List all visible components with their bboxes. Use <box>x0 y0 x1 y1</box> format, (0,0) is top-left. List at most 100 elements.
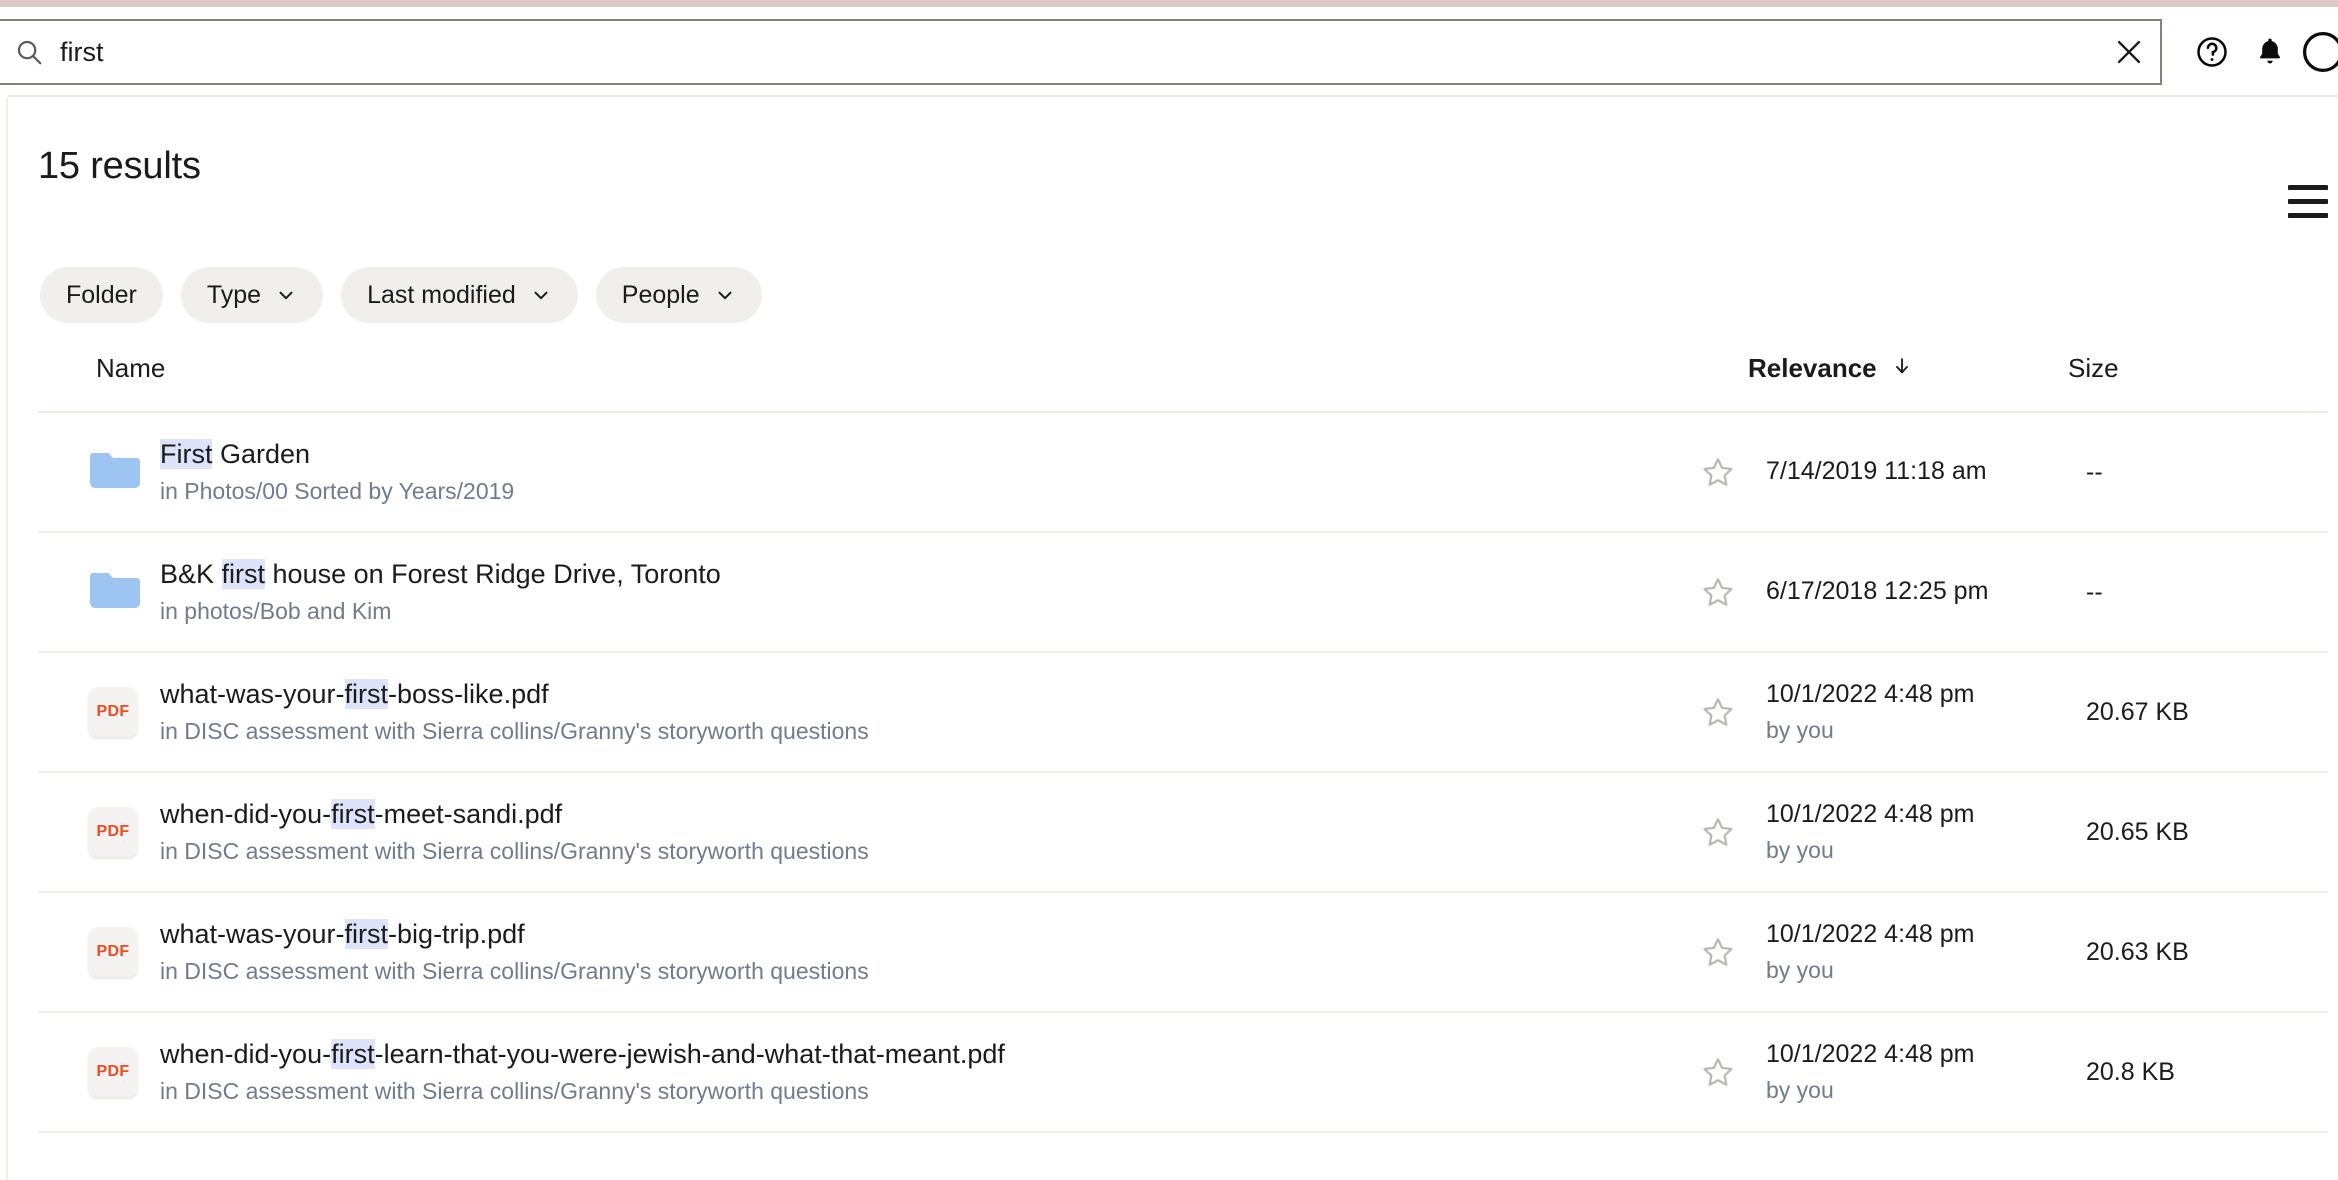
star-outline-icon[interactable] <box>1688 695 1748 729</box>
file-path: in DISC assessment with Sierra collins/G… <box>160 958 869 985</box>
avatar[interactable] <box>2300 26 2338 78</box>
name-pre: when-did-you- <box>160 1039 332 1069</box>
row-relevance-cell: 10/1/2022 4:48 pm by you <box>1748 680 2068 744</box>
name-post: Garden <box>212 439 311 469</box>
row-date: 6/17/2018 12:25 pm <box>1766 577 1989 606</box>
name-block: what-was-your-first-big-trip.pdf in DISC… <box>160 919 869 985</box>
file-path: in Photos/00 Sorted by Years/2019 <box>160 478 515 505</box>
topbar-actions <box>2164 19 2338 85</box>
row-date: 10/1/2022 4:48 pm <box>1766 1040 1975 1069</box>
left-rail <box>6 97 8 1180</box>
name-pre: what-was-your- <box>160 919 345 949</box>
table-row[interactable]: PDF what-was-your-first-big-trip.pdf in … <box>38 893 2328 1013</box>
hamburger-stack <box>2288 184 2328 218</box>
file-name: First Garden <box>160 439 310 469</box>
name-post: -boss-like.pdf <box>388 679 549 709</box>
hamburger-bar-1 <box>2288 184 2328 190</box>
column-header-name[interactable]: Name <box>96 353 165 383</box>
filter-pill-type[interactable]: Type <box>180 267 324 323</box>
pdf-icon-label: PDF <box>88 1046 138 1097</box>
filter-pill-label: Folder <box>66 280 137 309</box>
row-date: 10/1/2022 4:48 pm <box>1766 680 1975 709</box>
name-highlight: first <box>344 679 389 709</box>
star-outline-icon[interactable] <box>1688 575 1748 609</box>
table-row[interactable]: First Garden in Photos/00 Sorted by Year… <box>38 413 2328 533</box>
star-outline-icon[interactable] <box>1688 815 1748 849</box>
row-name-cell: PDF what-was-your-first-big-trip.pdf in … <box>38 919 1688 985</box>
row-relevance-cell: 7/14/2019 11:18 am <box>1748 457 2068 487</box>
file-name: what-was-your-first-big-trip.pdf <box>160 919 525 949</box>
pdf-icon: PDF <box>38 926 160 977</box>
row-name-cell: PDF when-did-you-first-meet-sandi.pdf in… <box>38 799 1688 865</box>
row-modified-by: by you <box>1766 956 1834 983</box>
chevron-down-icon <box>714 284 736 306</box>
chevron-down-icon <box>530 284 552 306</box>
row-relevance-cell: 10/1/2022 4:48 pm by you <box>1748 800 2068 864</box>
pdf-icon: PDF <box>38 686 160 737</box>
column-header-relevance[interactable]: Relevance <box>1748 353 2068 384</box>
table-row[interactable]: B&K first house on Forest Ridge Drive, T… <box>38 533 2328 653</box>
name-post: house on Forest Ridge Drive, Toronto <box>265 559 721 589</box>
table-row[interactable]: PDF when-did-you-first-meet-sandi.pdf in… <box>38 773 2328 893</box>
help-icon[interactable] <box>2186 26 2238 78</box>
row-size: 20.63 KB <box>2086 937 2189 966</box>
table-row[interactable]: PDF what-was-your-first-boss-like.pdf in… <box>38 653 2328 773</box>
file-path: in DISC assessment with Sierra collins/G… <box>160 718 869 745</box>
file-name: what-was-your-first-boss-like.pdf <box>160 679 549 709</box>
bell-icon[interactable] <box>2244 26 2296 78</box>
file-path: in DISC assessment with Sierra collins/G… <box>160 838 869 865</box>
row-relevance-cell: 6/17/2018 12:25 pm <box>1748 577 2068 607</box>
folder-icon <box>38 570 160 614</box>
pdf-icon-label: PDF <box>88 926 138 977</box>
column-header-size[interactable]: Size <box>2068 353 2119 383</box>
file-name: when-did-you-first-learn-that-you-were-j… <box>160 1039 1005 1069</box>
row-size: 20.67 KB <box>2086 697 2189 726</box>
search-icon <box>8 31 50 73</box>
close-icon[interactable] <box>2098 21 2160 83</box>
star-outline-icon[interactable] <box>1688 455 1748 489</box>
table-header-row: Name Relevance Size <box>38 347 2328 413</box>
column-header-size-wrap: Size <box>2068 353 2328 384</box>
filter-pill-folder[interactable]: Folder <box>40 267 163 323</box>
row-date: 10/1/2022 4:48 pm <box>1766 920 1975 949</box>
star-outline-icon[interactable] <box>1688 1055 1748 1089</box>
row-name-cell: PDF when-did-you-first-learn-that-you-we… <box>38 1039 1688 1105</box>
name-post: -big-trip.pdf <box>388 919 525 949</box>
row-name-cell: B&K first house on Forest Ridge Drive, T… <box>38 559 1688 625</box>
file-name: B&K first house on Forest Ridge Drive, T… <box>160 559 721 589</box>
file-path: in photos/Bob and Kim <box>160 598 392 625</box>
pdf-icon-label: PDF <box>88 686 138 737</box>
row-modified-by: by you <box>1766 716 1834 743</box>
file-path: in DISC assessment with Sierra collins/G… <box>160 1078 869 1105</box>
star-outline-icon[interactable] <box>1688 935 1748 969</box>
page-title: 15 results <box>38 145 201 187</box>
name-post: -learn-that-you-were-jewish-and-what-tha… <box>374 1039 1005 1069</box>
results-table: Name Relevance Size First Garden in Phot… <box>38 347 2328 1133</box>
folder-icon <box>38 450 160 494</box>
name-block: B&K first house on Forest Ridge Drive, T… <box>160 559 721 625</box>
name-highlight: First <box>160 439 213 469</box>
row-date: 10/1/2022 4:48 pm <box>1766 800 1975 829</box>
filter-pill-last-modified[interactable]: Last modified <box>341 267 578 323</box>
name-highlight: first <box>331 799 375 829</box>
row-relevance-cell: 10/1/2022 4:48 pm by you <box>1748 1040 2068 1104</box>
search-input[interactable] <box>50 30 2098 74</box>
hamburger-bar-2 <box>2288 198 2328 204</box>
name-block: First Garden in Photos/00 Sorted by Year… <box>160 439 514 505</box>
search-bar[interactable] <box>0 19 2162 85</box>
name-highlight: first <box>221 559 266 589</box>
row-size: 20.8 KB <box>2086 1057 2175 1086</box>
column-header-name-wrap: Name <box>38 353 1748 384</box>
row-size: -- <box>2086 457 2103 486</box>
list-view-icon[interactable] <box>2288 179 2334 223</box>
filter-pill-label: Last modified <box>367 280 516 309</box>
filter-bar: Folder Type Last modified People <box>40 267 762 323</box>
row-date: 7/14/2019 11:18 am <box>1766 457 1987 486</box>
filter-pill-people[interactable]: People <box>595 267 762 323</box>
table-row[interactable]: PDF when-did-you-first-learn-that-you-we… <box>38 1013 2328 1133</box>
pdf-icon: PDF <box>38 806 160 857</box>
filter-pill-label: Type <box>206 280 262 309</box>
accent-strip <box>0 0 2338 7</box>
name-post: -meet-sandi.pdf <box>374 799 563 829</box>
row-modified-by: by you <box>1766 1076 1834 1103</box>
